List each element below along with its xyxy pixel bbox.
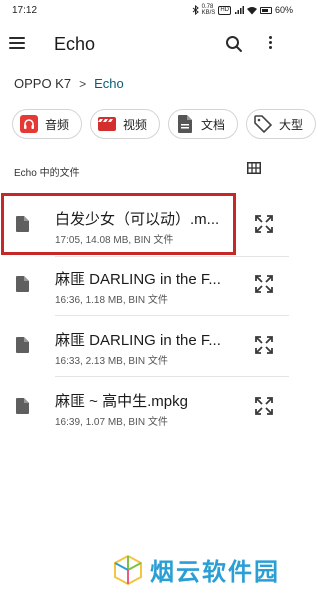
file-name: 白发少女（可以动）.m... <box>55 211 220 228</box>
chip-large-files[interactable]: 大型 <box>246 109 317 139</box>
expand-icon[interactable] <box>254 335 274 355</box>
breadcrumb: OPPO K7 > Echo <box>14 76 124 91</box>
status-indicators: 0.78 KB/S HD 60% <box>192 4 293 16</box>
list-item[interactable]: 麻匪 DARLING in the F... 16:36, 1.18 MB, B… <box>0 254 303 314</box>
more-vert-icon[interactable] <box>266 36 274 52</box>
document-icon <box>175 114 195 134</box>
list-item[interactable]: 麻匪 DARLING in the F... 16:33, 2.13 MB, B… <box>0 315 303 375</box>
breadcrumb-current[interactable]: Echo <box>94 76 124 91</box>
wifi-icon <box>246 6 257 14</box>
file-icon <box>16 276 29 292</box>
battery-level: 60% <box>274 5 293 15</box>
status-bar: 17:12 0.78 KB/S HD 60% <box>0 0 303 20</box>
category-chips: 音频 视频 文档 大型 <box>12 109 317 139</box>
watermark-logo-icon <box>114 554 142 585</box>
file-icon <box>16 398 29 414</box>
chip-audio-label: 音频 <box>45 117 70 132</box>
file-name: 麻匪 DARLING in the F... <box>55 271 221 288</box>
expand-icon[interactable] <box>254 396 274 416</box>
bluetooth-icon <box>192 5 199 15</box>
expand-icon[interactable] <box>254 214 274 234</box>
file-icon <box>16 216 29 232</box>
breadcrumb-root[interactable]: OPPO K7 <box>14 76 71 91</box>
expand-icon[interactable] <box>254 274 274 294</box>
search-icon[interactable] <box>225 35 243 53</box>
tag-icon <box>253 114 273 134</box>
file-icon <box>16 337 29 353</box>
hamburger-menu-icon[interactable] <box>9 37 25 51</box>
chip-video[interactable]: 视频 <box>90 109 161 139</box>
list-item[interactable]: 麻匪 ~ 高中生.mpkg 16:39, 1.07 MB, BIN 文件 <box>0 376 303 436</box>
video-icon <box>97 114 117 134</box>
grid-view-icon[interactable] <box>247 162 261 174</box>
signal-icon <box>234 5 244 14</box>
list-item[interactable]: 白发少女（可以动）.m... 17:05, 14.08 MB, BIN 文件 <box>0 194 303 254</box>
hd-badge: HD <box>218 5 231 15</box>
app-bar: Echo <box>0 24 303 66</box>
file-name: 麻匪 ~ 高中生.mpkg <box>55 393 188 410</box>
network-speed: 0.78 KB/S <box>201 4 216 16</box>
chip-audio[interactable]: 音频 <box>12 109 83 139</box>
file-meta: 16:39, 1.07 MB, BIN 文件 <box>55 417 168 428</box>
watermark: 烟云软件园 <box>112 552 280 587</box>
file-meta: 17:05, 14.08 MB, BIN 文件 <box>55 235 174 246</box>
status-time: 17:12 <box>12 4 38 16</box>
chip-video-label: 视频 <box>123 117 148 132</box>
chip-document-label: 文档 <box>201 117 226 132</box>
audio-icon <box>19 114 39 134</box>
chip-large-files-label: 大型 <box>279 117 304 132</box>
chip-document[interactable]: 文档 <box>168 109 239 139</box>
watermark-text: 烟云软件园 <box>150 559 280 586</box>
file-meta: 16:36, 1.18 MB, BIN 文件 <box>55 295 168 306</box>
page-title: Echo <box>54 34 96 54</box>
file-name: 麻匪 DARLING in the F... <box>55 332 221 349</box>
file-meta: 16:33, 2.13 MB, BIN 文件 <box>55 356 168 367</box>
breadcrumb-separator: > <box>79 76 87 91</box>
section-title: Echo 中的文件 <box>14 168 80 179</box>
battery-icon <box>259 6 272 14</box>
